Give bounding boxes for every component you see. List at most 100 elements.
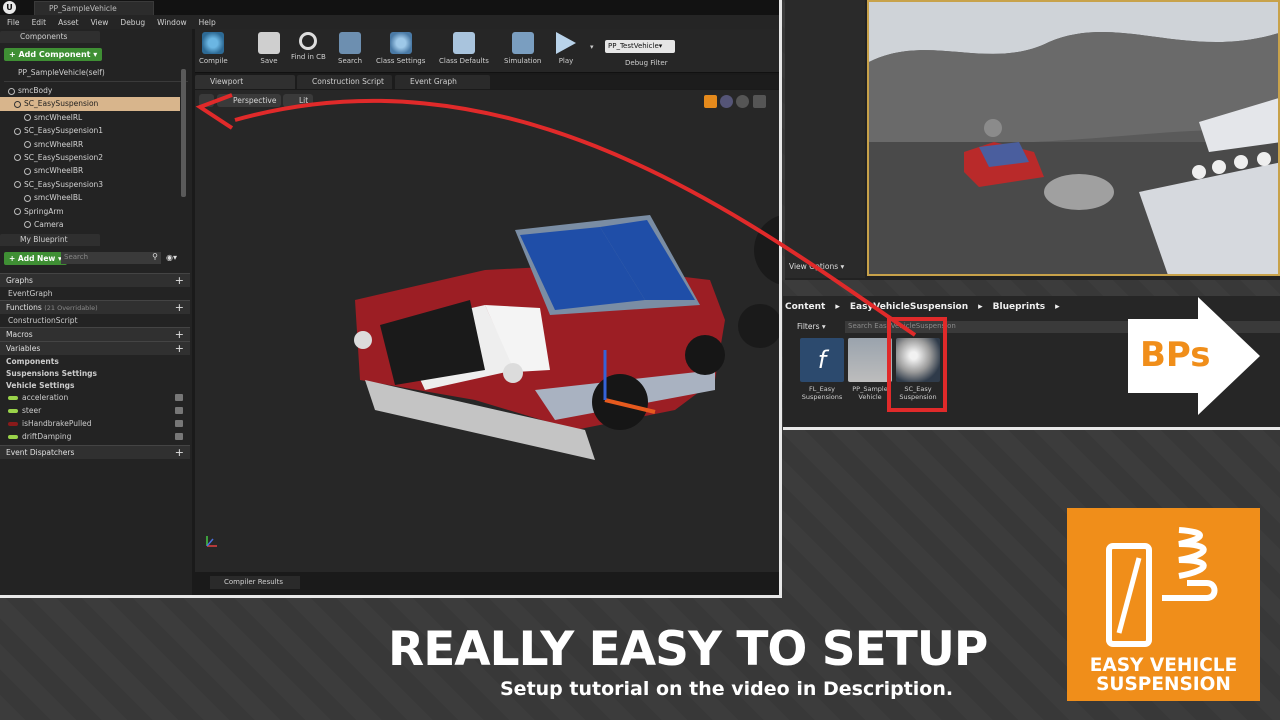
compile-gear-icon [202, 32, 225, 54]
save-button[interactable]: Save [258, 32, 280, 65]
visibility-icon[interactable] [175, 433, 183, 440]
class-defaults-button[interactable]: Class Defaults [439, 32, 489, 65]
menu-help[interactable]: Help [199, 18, 216, 27]
selection-highlight [887, 317, 947, 412]
float-pin-icon [8, 408, 18, 413]
visibility-icon[interactable] [175, 407, 183, 414]
menu-asset[interactable]: Asset [58, 18, 79, 27]
var-category-components[interactable]: Components [0, 355, 190, 367]
debug-object-select[interactable]: PP_TestVehicle▾ [605, 40, 675, 53]
unreal-logo-icon: U [3, 1, 16, 14]
gear-icon [389, 32, 412, 54]
menu-file[interactable]: File [7, 18, 20, 27]
tree-item-sc-easysuspension2[interactable]: SC_EasySuspension2 [0, 151, 180, 164]
vehicle-preview-illustration [206, 215, 779, 547]
variables-header[interactable]: Variables + [0, 341, 190, 355]
var-acceleration[interactable]: acceleration [0, 391, 190, 404]
menu-edit[interactable]: Edit [32, 18, 47, 27]
breadcrumb: Content ▸ EasyVehicleSuspension ▸ Bluepr… [785, 302, 1060, 312]
tree-item-sc-easysuspension1[interactable]: SC_EasySuspension1 [0, 124, 180, 137]
view-options-eye-icon[interactable]: ◉▾ [166, 253, 177, 262]
toolbar: Compile Save Find in CB Search Class Set… [195, 29, 779, 73]
construction-script-item[interactable]: ConstructionScript [0, 314, 190, 327]
menu-bar: File Edit Asset View Debug Window Help [0, 15, 779, 29]
tree-item-sc-easysuspension[interactable]: SC_EasySuspension [0, 97, 180, 111]
play-options-chevron-icon[interactable]: ▾ [590, 43, 594, 51]
event-graph-item[interactable]: EventGraph [0, 287, 190, 300]
tree-item-smcwheelbl[interactable]: smcWheelBL [0, 191, 180, 204]
tree-item-smcwheelrl[interactable]: smcWheelRL [0, 111, 180, 124]
tab-viewport[interactable]: Viewport [195, 75, 295, 89]
class-settings-button[interactable]: Class Settings [376, 32, 425, 65]
functions-header[interactable]: Functions (21 Overridable) + [0, 300, 190, 314]
add-graph-icon[interactable]: + [175, 274, 184, 287]
components-search[interactable] [4, 81, 188, 82]
play-button[interactable]: Play [556, 32, 576, 65]
game-preview-window: View Options ▾ [785, 0, 1280, 280]
camera-icon [24, 221, 31, 229]
event-dispatchers-header[interactable]: Event Dispatchers + [0, 445, 190, 459]
mesh-icon [24, 114, 31, 122]
checklist-icon [452, 32, 475, 54]
find-in-cb-button[interactable]: Find in CB [291, 32, 326, 61]
components-tab[interactable]: Components [0, 31, 100, 43]
add-variable-icon[interactable]: + [175, 342, 184, 355]
tree-item-camera[interactable]: Camera [0, 218, 180, 231]
var-steer[interactable]: steer [0, 404, 190, 417]
tree-item-springarm[interactable]: SpringArm [0, 205, 180, 218]
menu-window[interactable]: Window [157, 18, 187, 27]
tree-item-sc-easysuspension3[interactable]: SC_EasySuspension3 [0, 178, 180, 191]
view-options-button[interactable]: View Options ▾ [789, 262, 844, 271]
crumb-blueprints[interactable]: Blueprints [993, 302, 1046, 312]
compiler-results-tab[interactable]: Compiler Results [210, 576, 300, 589]
tab-construction-script[interactable]: Construction Script [297, 75, 392, 89]
compile-button[interactable]: Compile [199, 32, 228, 65]
var-driftdamping[interactable]: driftDamping [0, 430, 190, 443]
simulation-button[interactable]: Simulation [504, 32, 541, 65]
crumb-separator-icon: ▸ [835, 302, 840, 312]
search-icon: ⚲ [152, 252, 158, 261]
tree-item-smcbody[interactable]: smcBody [0, 84, 180, 97]
filters-button[interactable]: Filters ▾ [797, 322, 826, 331]
macros-header[interactable]: Macros + [0, 327, 190, 341]
bps-label: BPs [1140, 335, 1211, 375]
blueprint-search-input[interactable]: Search ⚲ [61, 252, 161, 264]
add-new-button[interactable]: + Add New ▾ [4, 252, 67, 265]
my-blueprint-list: Graphs + EventGraph Functions (21 Overrid… [0, 273, 190, 459]
search-button[interactable]: Search [338, 32, 362, 65]
tree-item-smcwheelrr[interactable]: smcWheelRR [0, 138, 180, 151]
var-category-vehicle[interactable]: Vehicle Settings [0, 379, 190, 391]
var-ishandbrakepulled[interactable]: isHandbrakePulled [0, 417, 190, 430]
components-tab-label: Components [20, 32, 68, 41]
self-row[interactable]: PP_SampleVehicle(self) [18, 68, 105, 77]
game-scene-illustration [869, 2, 1278, 274]
document-tab[interactable]: PP_SampleVehicle [34, 1, 154, 15]
add-dispatcher-icon[interactable]: + [175, 446, 184, 459]
graphs-header[interactable]: Graphs + [0, 273, 190, 287]
scene-component-icon [14, 154, 21, 162]
tree-item-smcwheelbr[interactable]: smcWheelBR [0, 164, 180, 177]
tab-event-graph[interactable]: Event Graph [395, 75, 490, 89]
visibility-icon[interactable] [175, 394, 183, 401]
scene-component-icon [14, 127, 21, 135]
my-blueprint-tab[interactable]: My Blueprint [0, 234, 100, 246]
asset-fl-easy-suspensions[interactable]: f FL_Easy Suspensions [799, 338, 845, 401]
save-disk-icon [258, 32, 280, 54]
menu-view[interactable]: View [91, 18, 109, 27]
bool-pin-icon [8, 421, 18, 426]
editor-tabs: Viewport Construction Script Event Graph [195, 75, 779, 89]
easy-vehicle-suspension-logo: EASY VEHICLE SUSPENSION [1067, 508, 1260, 701]
menu-debug[interactable]: Debug [120, 18, 145, 27]
tree-scrollbar[interactable] [181, 69, 186, 197]
var-category-suspensions[interactable]: Suspensions Settings [0, 367, 190, 379]
viewport[interactable]: Perspective Lit [195, 90, 779, 572]
debug-filter-label: Debug Filter [625, 59, 668, 67]
add-macro-icon[interactable]: + [175, 328, 184, 341]
crumb-easyvehiclesuspension[interactable]: EasyVehicleSuspension [850, 302, 968, 312]
crumb-content[interactable]: Content [785, 302, 825, 312]
add-component-button[interactable]: + Add Component ▾ [4, 48, 103, 61]
add-function-icon[interactable]: + [175, 301, 184, 314]
game-viewport[interactable] [867, 0, 1280, 276]
visibility-icon[interactable] [175, 420, 183, 427]
binoculars-icon [339, 32, 362, 54]
